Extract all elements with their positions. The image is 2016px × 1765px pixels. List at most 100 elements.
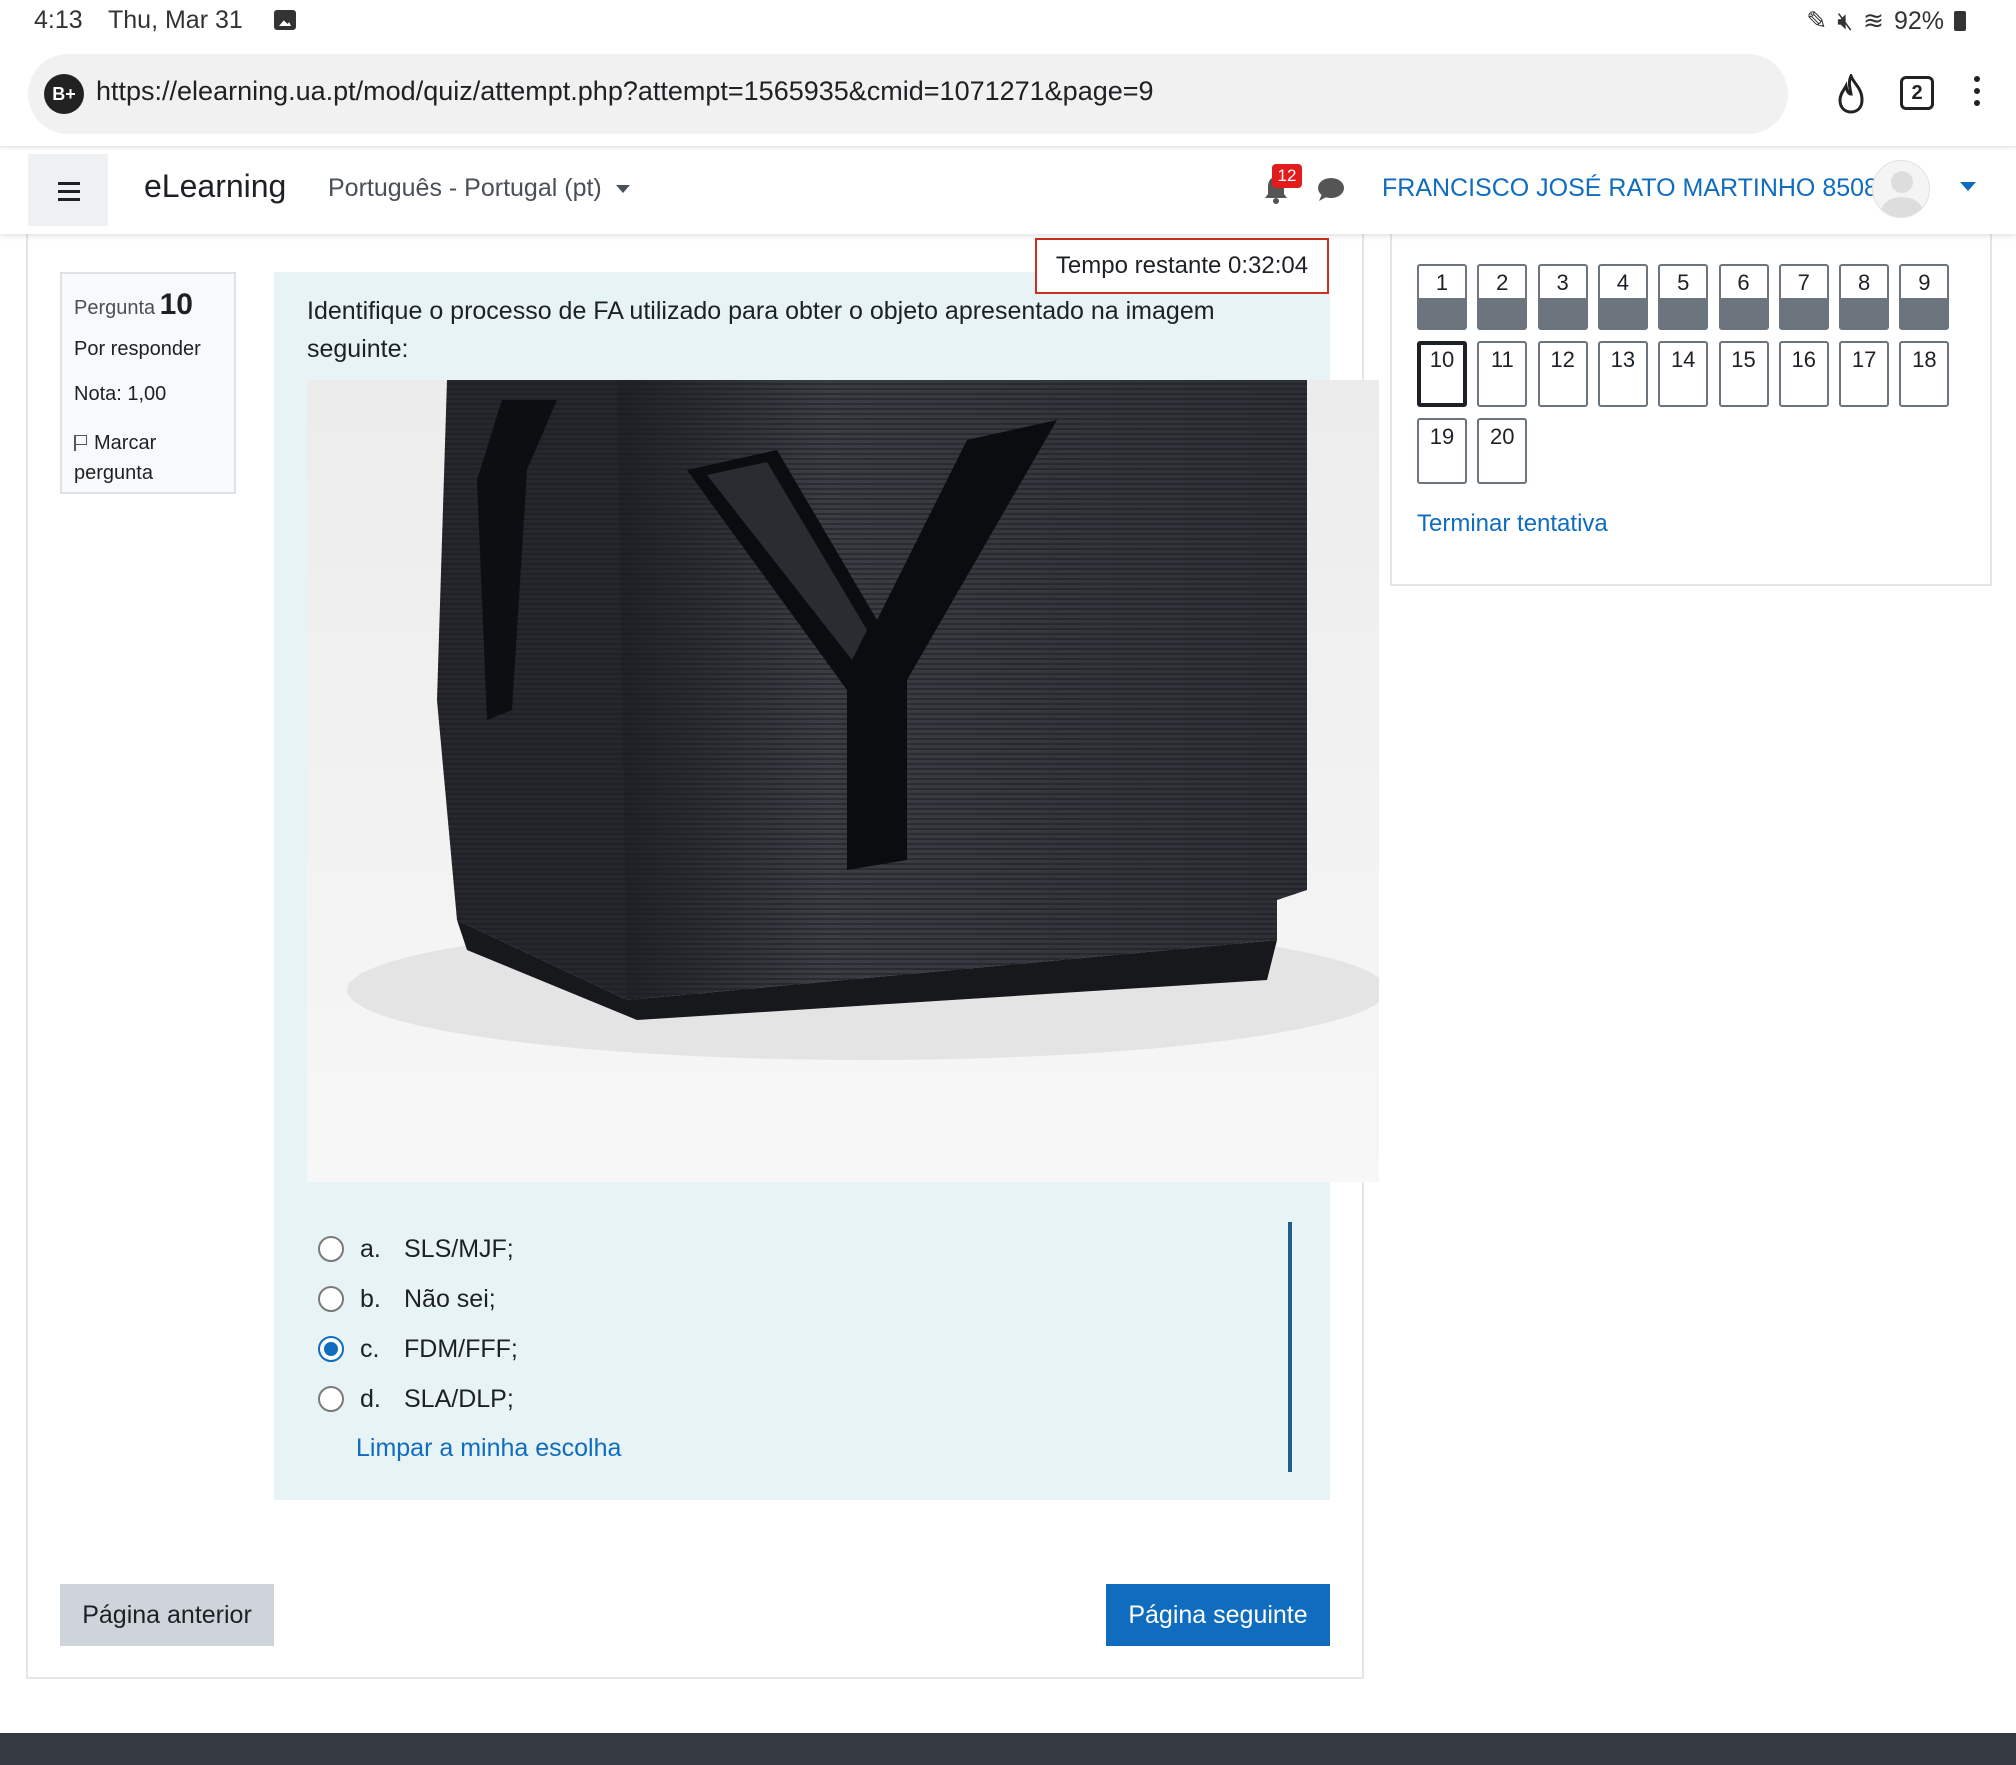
battery-level: 92% (1893, 6, 1944, 35)
user-name-link[interactable]: FRANCISCO JOSÉ RATO MARTINHO 85088 (1382, 174, 1892, 203)
quiz-nav-button-label: 13 (1610, 347, 1636, 372)
quiz-nav-button-label: 19 (1429, 424, 1455, 449)
quiz-nav-button-label: 8 (1857, 270, 1871, 295)
next-page-button[interactable]: Página seguinte (1106, 1584, 1330, 1646)
flag-icon (74, 435, 88, 451)
quiz-nav-button-5[interactable]: 5 (1658, 264, 1709, 330)
quiz-nav-button-12[interactable]: 12 (1537, 341, 1588, 407)
quiz-nav-button-14[interactable]: 14 (1658, 341, 1709, 407)
question-state: Por responder (74, 338, 201, 360)
quiz-nav-button-4[interactable]: 4 (1597, 264, 1648, 330)
answer-b-text[interactable]: Não sei; (404, 1285, 496, 1314)
answered-indicator (1841, 298, 1888, 328)
wifi-icon: ≋ (1863, 7, 1884, 35)
quiz-nav-button-10[interactable]: 10 (1417, 341, 1467, 407)
mute-icon: 🔇︎ (1837, 6, 1853, 35)
user-menu-chevron-icon[interactable] (1960, 182, 1976, 191)
previous-page-button[interactable]: Página anterior (60, 1584, 274, 1646)
quiz-timer: Tempo restante 0:32:04 (1035, 238, 1329, 294)
url-text[interactable]: https://elearning.ua.pt/mod/quiz/attempt… (96, 76, 1154, 107)
browser-menu-icon[interactable] (1968, 76, 1986, 116)
question-number: 10 (159, 288, 193, 321)
answer-list: a. SLS/MJF; b. Não sei; c. FDM/FFF; d. S… (318, 1224, 1298, 1424)
battery-icon (1954, 11, 1966, 31)
answer-a-letter: a. (360, 1234, 381, 1263)
quiz-nav-button-20[interactable]: 20 (1477, 418, 1528, 484)
quiz-nav-button-9[interactable]: 9 (1899, 264, 1950, 330)
answered-indicator (1419, 298, 1465, 328)
quiz-nav-button-13[interactable]: 13 (1597, 341, 1648, 407)
avatar[interactable] (1872, 160, 1930, 218)
address-bar[interactable]: B+ https://elearning.ua.pt/mod/quiz/atte… (28, 54, 1788, 134)
answer-d-radio[interactable] (318, 1386, 344, 1412)
answer-focus-bar (1288, 1222, 1292, 1472)
quiz-nav-button-label: 5 (1677, 270, 1690, 295)
answer-option-b[interactable]: b. Não sei; (318, 1274, 1298, 1324)
site-navbar: eLearning Português - Portugal (pt) 12 F… (0, 150, 2016, 234)
quiz-nav-button-15[interactable]: 15 (1718, 341, 1769, 407)
quiz-nav-button-11[interactable]: 11 (1477, 341, 1528, 407)
question-grade: Nota: 1,00 (74, 383, 167, 405)
chat-icon[interactable] (1316, 176, 1346, 202)
answer-option-d[interactable]: d. SLA/DLP; (318, 1374, 1298, 1424)
status-time: 4:13 (34, 6, 83, 34)
quiz-nav-button-17[interactable]: 17 (1839, 341, 1890, 407)
menu-toggle-button[interactable] (28, 154, 108, 226)
answer-option-c[interactable]: c. FDM/FFF; (318, 1324, 1298, 1374)
quiz-nav-button-label: 15 (1731, 347, 1756, 372)
status-indicators: ✎ 🔇︎ ≋ 92% (1806, 6, 1966, 36)
quiz-nav-button-19[interactable]: 19 (1417, 418, 1467, 484)
quiz-nav-button-2[interactable]: 2 (1477, 264, 1528, 330)
notification-count-badge: 12 (1272, 164, 1302, 188)
quiz-nav-button-label: 7 (1797, 270, 1810, 295)
flame-icon[interactable] (1834, 74, 1868, 114)
answered-indicator (1479, 298, 1526, 328)
question-info: Pergunta 10 Por responder Nota: 1,00 Mar… (60, 272, 236, 494)
answer-c-radio[interactable] (318, 1336, 344, 1362)
answer-option-a[interactable]: a. SLS/MJF; (318, 1224, 1298, 1274)
answer-b-letter: b. (360, 1284, 381, 1313)
language-label: Português - Portugal (pt) (328, 174, 602, 202)
site-brand[interactable]: eLearning (144, 168, 286, 205)
answer-a-text[interactable]: SLS/MJF; (404, 1235, 514, 1264)
site-info-icon[interactable]: B+ (44, 74, 84, 114)
quiz-nav-button-label: 12 (1550, 347, 1575, 372)
quiz-nav-button-6[interactable]: 6 (1718, 264, 1769, 330)
quiz-nav-button-8[interactable]: 8 (1839, 264, 1890, 330)
answer-d-letter: d. (360, 1384, 381, 1413)
browser-toolbar: B+ https://elearning.ua.pt/mod/quiz/atte… (0, 44, 2016, 148)
quiz-nav-button-label: 1 (1435, 270, 1449, 295)
flag-question-toggle[interactable]: Marcar pergunta (74, 428, 222, 488)
answered-indicator (1720, 298, 1767, 328)
answer-b-radio[interactable] (318, 1286, 344, 1312)
answer-d-text[interactable]: SLA/DLP; (404, 1385, 514, 1414)
finish-attempt-link[interactable]: Terminar tentativa (1417, 510, 1608, 538)
quiz-nav-button-label: 9 (1918, 270, 1931, 295)
answered-indicator (1660, 298, 1707, 328)
quiz-nav-button-18[interactable]: 18 (1899, 341, 1950, 407)
answered-indicator (1539, 298, 1586, 328)
language-selector[interactable]: Português - Portugal (pt) (328, 174, 630, 203)
question-text: Identifique o processo de FA utilizado p… (307, 297, 1215, 363)
quiz-nav-button-label: 3 (1556, 270, 1569, 295)
quiz-nav-button-label: 11 (1490, 347, 1514, 372)
quiz-nav-button-16[interactable]: 16 (1778, 341, 1829, 407)
answer-c-letter: c. (360, 1334, 380, 1363)
tab-switcher-button[interactable]: 2 (1900, 76, 1934, 110)
clear-choice-link[interactable]: Limpar a minha escolha (356, 1434, 621, 1463)
answer-c-text[interactable]: FDM/FFF; (404, 1335, 518, 1364)
quiz-nav-button-label: 6 (1737, 270, 1750, 295)
answered-indicator (1901, 298, 1948, 328)
question-label: Pergunta (74, 297, 156, 319)
quiz-nav-button-label: 2 (1496, 270, 1509, 295)
answered-indicator (1599, 298, 1646, 328)
answer-a-radio[interactable] (318, 1236, 344, 1262)
quiz-nav-button-label: 17 (1851, 347, 1877, 372)
quiz-nav-button-1[interactable]: 1 (1417, 264, 1467, 330)
quiz-nav-button-7[interactable]: 7 (1778, 264, 1829, 330)
quiz-nav-button-3[interactable]: 3 (1537, 264, 1588, 330)
quiz-nav-button-label: 18 (1912, 347, 1937, 372)
printed-cube-image (307, 380, 1379, 1182)
quiz-nav-button-label: 4 (1616, 270, 1630, 295)
gallery-icon (274, 10, 296, 30)
